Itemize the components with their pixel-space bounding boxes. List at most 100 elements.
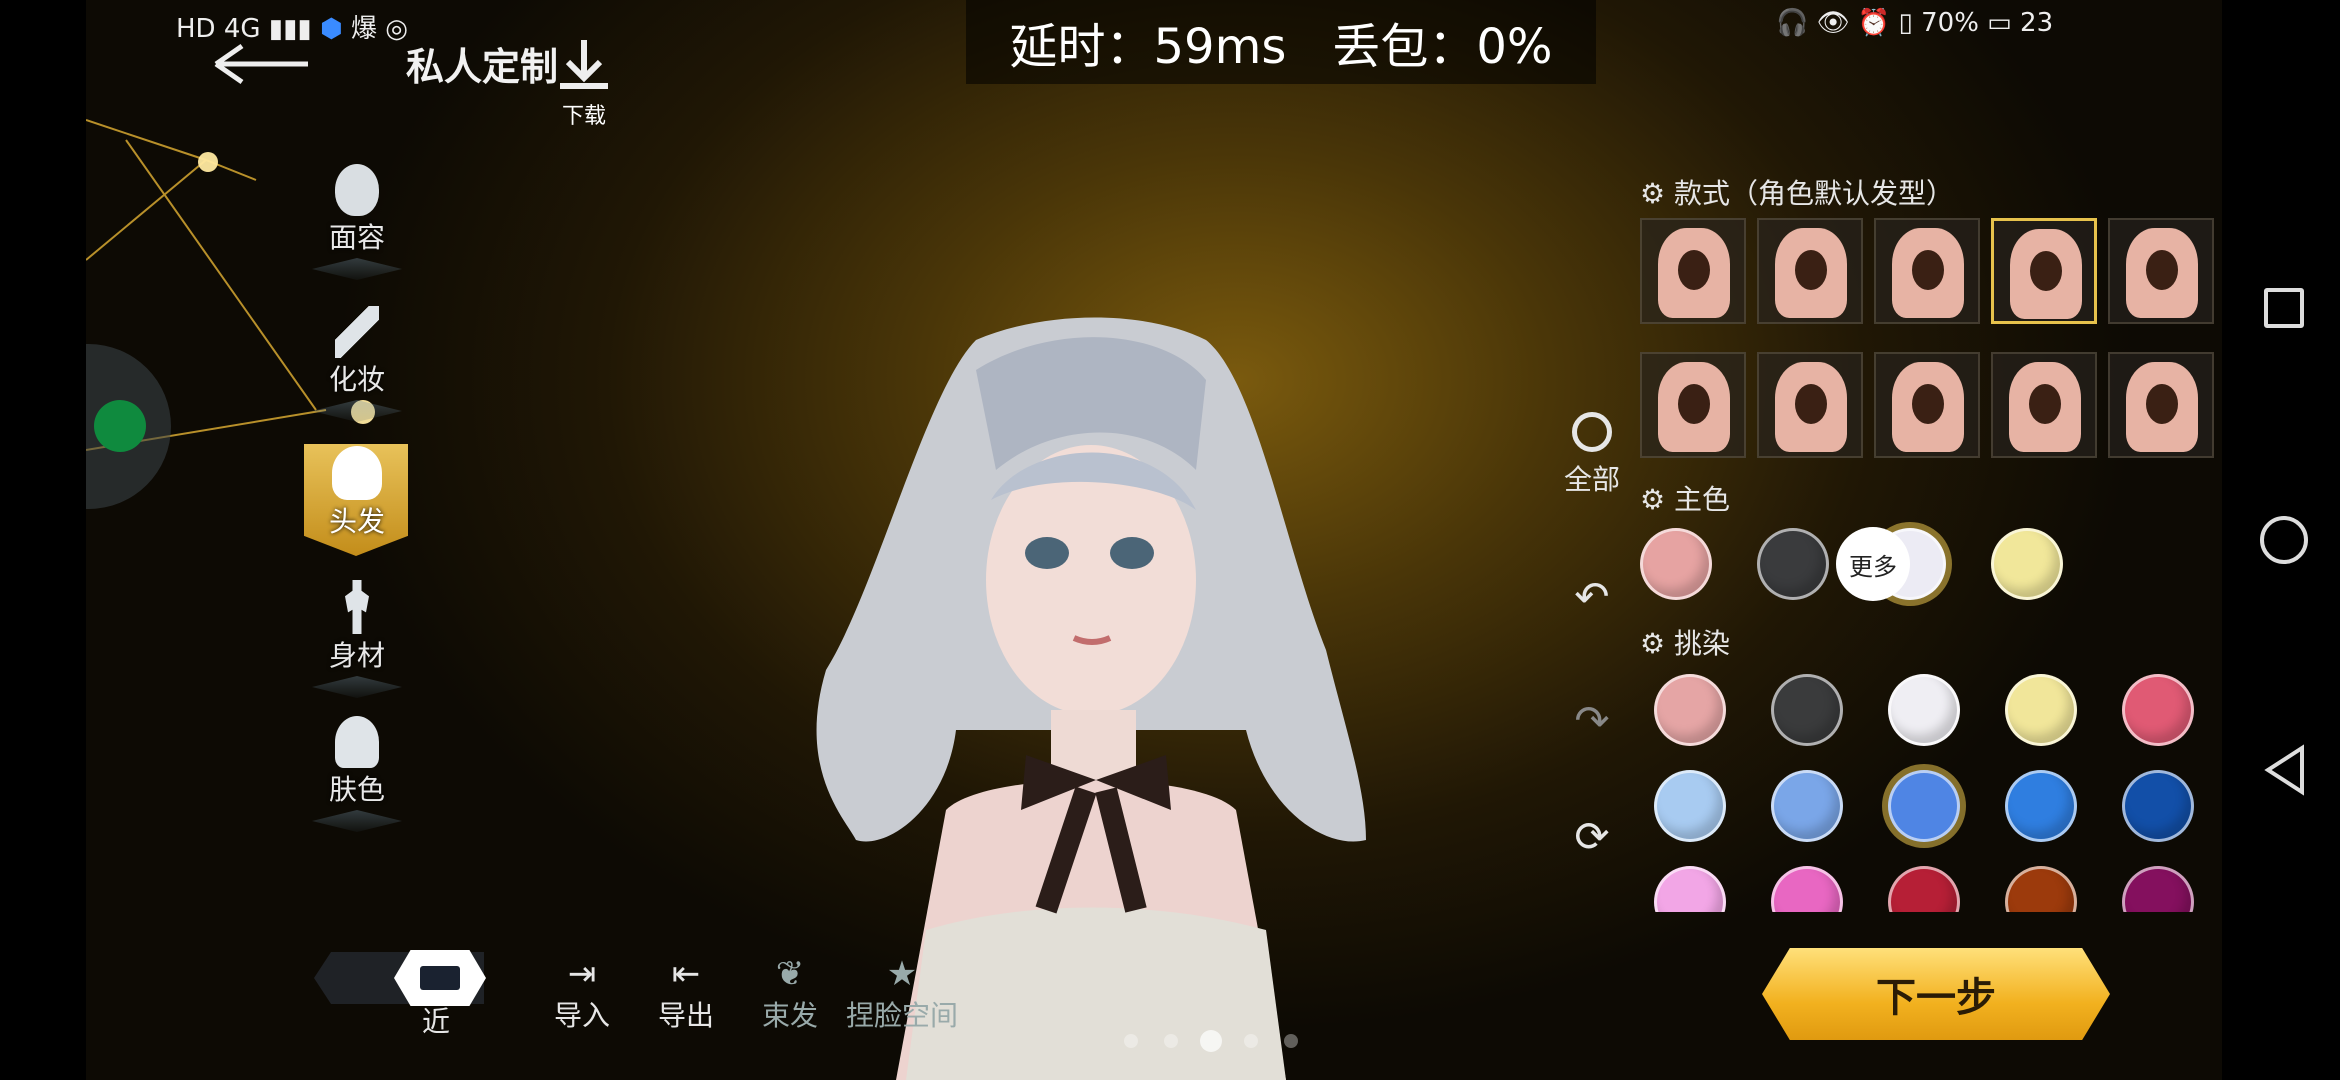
main-color-swatch[interactable] <box>1991 528 2063 600</box>
export-button[interactable]: ⇤ 导出 <box>646 954 726 1034</box>
export-icon: ⇤ <box>671 954 701 994</box>
dye-color-swatch[interactable] <box>1888 674 1960 746</box>
page-title: 私人定制 <box>406 45 559 89</box>
shield-icon: ⬢ <box>319 14 343 44</box>
home-button[interactable] <box>2260 516 2308 564</box>
view-all-label: 全部 <box>1563 463 1620 496</box>
rotate-view-icon <box>1572 412 1612 452</box>
dye-color-swatch-selected[interactable] <box>1888 770 1960 842</box>
tie-hair-label: 束发 <box>761 999 818 1032</box>
face-space-button[interactable]: ★ 捏脸空间 <box>842 954 962 1034</box>
status-left: HD 4G ▮▮▮ ⬢ 爆 ◎ <box>176 14 408 44</box>
joystick-knob[interactable] <box>94 400 146 452</box>
dye-color-swatch[interactable] <box>2005 866 2077 912</box>
status-right: 🎧 👁 ⏰ ▯ 70% ▭ 23 <box>1776 8 2054 38</box>
hairstyle-option[interactable] <box>1640 218 1746 324</box>
dye-color-swatch[interactable] <box>1771 674 1843 746</box>
character-model <box>816 317 1366 1080</box>
skin-tone-icon <box>335 716 379 768</box>
hairstyle-face <box>1678 250 1710 290</box>
sidebar-item-label: 面容 <box>328 221 385 254</box>
back-button[interactable] <box>212 42 312 90</box>
sidebar-item-label: 身材 <box>328 639 385 672</box>
back-arrow-icon <box>214 43 308 85</box>
hairstyle-option[interactable] <box>2108 352 2214 458</box>
hairstyle-face <box>1795 250 1827 290</box>
hairstyle-face <box>2029 384 2061 424</box>
zoom-near-label: 近 <box>421 1005 450 1038</box>
dye-color-swatch[interactable] <box>2122 866 2194 912</box>
dye-color-swatch[interactable] <box>2122 770 2194 842</box>
makeup-brush-icon <box>335 306 379 358</box>
hair-icon <box>332 446 382 500</box>
hairstyle-option[interactable] <box>1640 352 1746 458</box>
undo-button[interactable]: ↶ <box>1562 572 1622 621</box>
page-dot-active <box>1200 1030 1222 1052</box>
hairstyle-option[interactable] <box>2108 218 2214 324</box>
sidebar-item-body[interactable]: 身材 <box>308 580 406 698</box>
dye-color-swatch[interactable] <box>2005 674 2077 746</box>
recents-button[interactable] <box>2264 288 2304 328</box>
back-nav-button[interactable] <box>2262 744 2306 800</box>
tie-hair-button[interactable]: ❦ 束发 <box>750 954 830 1034</box>
page-dot <box>1164 1034 1178 1048</box>
next-step-button[interactable]: 下一步 <box>1762 948 2110 1040</box>
download-label: 下载 <box>561 104 606 129</box>
hairstyle-option[interactable] <box>1757 218 1863 324</box>
dye-color-swatch[interactable] <box>1771 770 1843 842</box>
sidebar-item-hair[interactable]: 头发 <box>308 446 406 540</box>
main-color-title: ⚙ 主色 <box>1640 483 1731 516</box>
import-label: 导入 <box>553 999 610 1032</box>
redo-icon: ↷ <box>1574 696 1610 745</box>
dye-color-swatch[interactable] <box>1654 674 1726 746</box>
hairstyle-face <box>2030 251 2062 291</box>
dye-color-swatch[interactable] <box>1888 866 1960 912</box>
hairstyle-option-selected[interactable] <box>1991 218 2097 324</box>
hairstyle-face <box>2146 250 2178 290</box>
redo-button[interactable]: ↷ <box>1562 696 1622 745</box>
dye-color-swatch[interactable] <box>1654 770 1726 842</box>
packet-loss-text: 丢包：0% <box>1332 19 1553 75</box>
face-space-label: 捏脸空间 <box>845 999 958 1032</box>
download-button[interactable]: 下载 <box>544 36 624 130</box>
dye-color-swatch[interactable] <box>1771 866 1843 912</box>
next-step-label: 下一步 <box>1876 975 1996 1021</box>
page-dot <box>1284 1034 1298 1048</box>
zoom-near-button[interactable] <box>394 950 486 1006</box>
sidebar-item-makeup[interactable]: 化妆 <box>308 306 406 422</box>
sidebar-item-skin[interactable]: 肤色 <box>308 716 406 832</box>
page-dot <box>1124 1034 1138 1048</box>
body-icon <box>345 580 369 634</box>
dye-color-swatch[interactable] <box>2122 674 2194 746</box>
import-button[interactable]: ⇥ 导入 <box>542 954 622 1034</box>
view-all-button[interactable]: 全部 <box>1542 412 1642 498</box>
hairstyle-option[interactable] <box>1757 352 1863 458</box>
dye-section-title: ⚙ 挑染 <box>1640 627 1731 660</box>
main-color-swatch[interactable] <box>1640 528 1712 600</box>
import-icon: ⇥ <box>567 954 597 994</box>
tie-hair-icon: ❦ <box>775 954 805 994</box>
sidebar-item-label: 化妆 <box>328 363 385 396</box>
hairstyle-option[interactable] <box>1874 218 1980 324</box>
face-icon <box>335 164 379 216</box>
undo-icon: ↶ <box>1574 572 1610 621</box>
hairstyle-option[interactable] <box>1991 352 2097 458</box>
system-nav-bar <box>2222 0 2340 1080</box>
reset-button[interactable]: ⟳ <box>1562 812 1622 861</box>
sidebar-base <box>312 400 402 422</box>
sidebar-item-label: 头发 <box>328 505 385 538</box>
hairstyle-face <box>1912 384 1944 424</box>
sidebar-item-face[interactable]: 面容 <box>308 164 406 280</box>
camera-icon <box>420 966 460 990</box>
game-scene: HD 4G ▮▮▮ ⬢ 爆 ◎ 🎧 👁 ⏰ ▯ 70% ▭ 23 私人定制 下载… <box>86 0 2222 1080</box>
sidebar-base <box>312 810 402 832</box>
download-icon <box>560 40 608 89</box>
hairstyle-face <box>2146 384 2178 424</box>
sidebar-base <box>312 676 402 698</box>
hairstyle-option[interactable] <box>1874 352 1980 458</box>
main-color-swatch[interactable] <box>1757 528 1829 600</box>
more-colors-button[interactable]: 更多 <box>1836 527 1910 601</box>
dye-color-swatch[interactable] <box>1654 866 1726 912</box>
dye-scroll-area[interactable] <box>1646 660 2222 912</box>
dye-color-swatch[interactable] <box>2005 770 2077 842</box>
